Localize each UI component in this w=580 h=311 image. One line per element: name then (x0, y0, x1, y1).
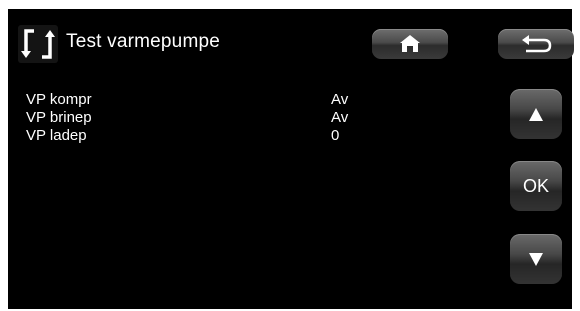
triangle-down-icon (529, 253, 543, 266)
row-label: VP kompr (26, 91, 92, 108)
scroll-down-button[interactable] (510, 234, 562, 284)
header: Test varmepumpe (8, 9, 574, 71)
back-button[interactable] (498, 29, 574, 59)
ok-button[interactable]: OK (510, 161, 562, 211)
arrows-refresh-icon (18, 25, 58, 63)
row-value: Av (331, 91, 349, 108)
screen: Test varmepumpe VP kompr Av VP brinep Av… (8, 9, 574, 309)
row-value: 0 (331, 127, 340, 144)
row-label: VP ladep (26, 127, 87, 144)
home-icon (400, 35, 420, 52)
back-arrow-icon (522, 35, 552, 53)
triangle-up-icon (529, 108, 543, 121)
row-value: Av (331, 109, 349, 126)
home-button[interactable] (372, 29, 448, 59)
page-title: Test varmepumpe (66, 31, 221, 52)
row-label: VP brinep (26, 109, 92, 126)
scroll-up-button[interactable] (510, 89, 562, 139)
ok-label: OK (522, 176, 549, 196)
